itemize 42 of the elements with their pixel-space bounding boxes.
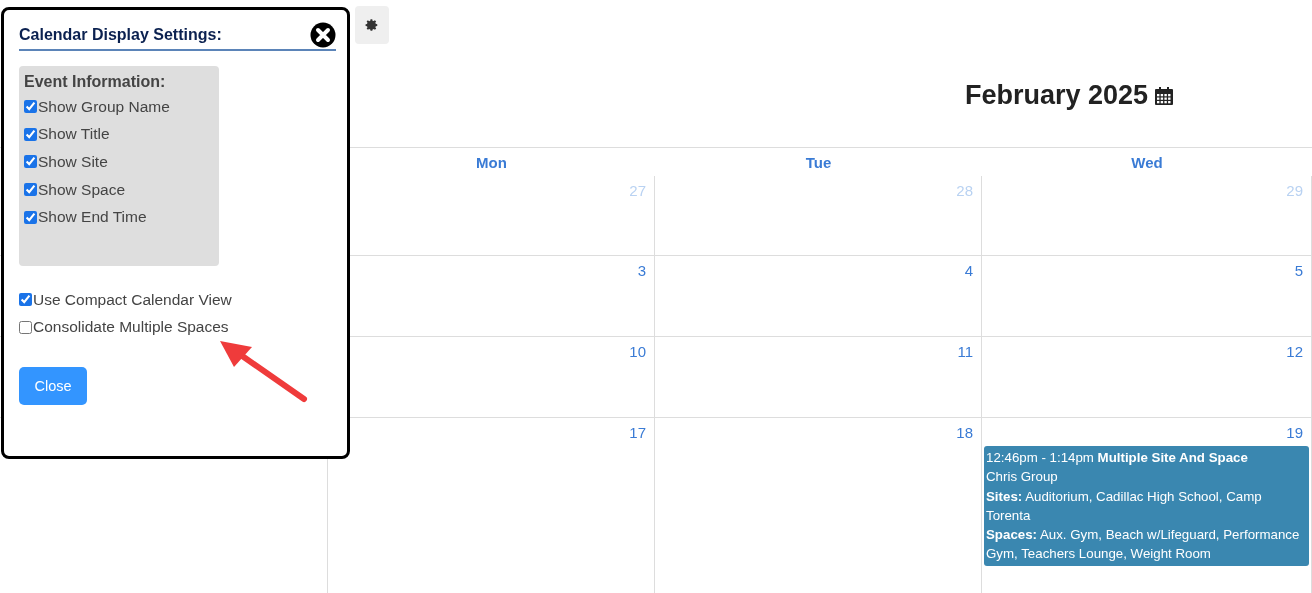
section-title: Event Information: — [24, 73, 167, 91]
option-label: Show Space — [38, 180, 126, 199]
month-title: February 2025 — [965, 80, 1149, 111]
checkbox[interactable] — [24, 210, 37, 224]
day-number: 17 — [629, 424, 647, 441]
day-number: 10 — [629, 343, 647, 360]
event-text: Chris Group — [986, 468, 1059, 487]
event-card[interactable]: 12:46pm - 1:14pm Multiple Site And Space Chris Group Sites: Auditorium, Cadillac High School, Camp Torenta Spaces: Aux. Gym, Beach w/Lifeguard, Performance Gym, Teachers Lounge, Weight Room — [984, 446, 1309, 566]
event-text: Sites: Auditorium, Cadillac High School, Camp Torenta — [986, 487, 1263, 525]
checkbox[interactable] — [19, 320, 32, 334]
event-text: 12:46pm - 1:14pm Multiple Site And Space — [986, 449, 1249, 467]
day-number: 19 — [1286, 424, 1304, 441]
checkbox[interactable] — [24, 155, 37, 169]
close-icon[interactable] — [310, 22, 336, 48]
checkbox[interactable] — [24, 100, 37, 114]
option-label: Show End Time — [38, 208, 147, 227]
option-label: Show Site — [38, 153, 108, 171]
calendar-icon[interactable] — [1154, 85, 1175, 106]
checkbox[interactable] — [24, 127, 37, 141]
weekday-header: Tue — [805, 153, 832, 171]
option-label: Show Group Name — [38, 97, 170, 116]
settings-button[interactable] — [355, 6, 389, 44]
event-text: Spaces: Aux. Gym, Beach w/Lifeguard, Performance Gym, Teachers Lounge, Weight Room — [986, 526, 1301, 564]
day-number: 18 — [956, 424, 974, 441]
day-number: 27 — [629, 182, 647, 199]
option-label: Use Compact Calendar View — [33, 290, 232, 309]
day-number: 5 — [1294, 262, 1304, 279]
day-number: 11 — [957, 343, 974, 360]
day-number: 3 — [637, 262, 647, 279]
day-number: 4 — [964, 262, 974, 279]
option-label: Show Title — [38, 125, 110, 144]
settings-icon — [365, 18, 379, 32]
day-number: 12 — [1286, 343, 1304, 360]
weekday-header: Mon — [476, 153, 507, 171]
option-label: Consolidate Multiple Spaces — [33, 318, 229, 337]
day-number: 29 — [1286, 182, 1304, 199]
dialog-title: Calendar Display Settings: — [19, 26, 222, 44]
checkbox[interactable] — [24, 183, 37, 197]
checkbox[interactable] — [19, 293, 32, 307]
close-button[interactable]: Close — [19, 367, 87, 406]
weekday-header: Wed — [1131, 153, 1163, 171]
day-number: 28 — [956, 182, 974, 199]
